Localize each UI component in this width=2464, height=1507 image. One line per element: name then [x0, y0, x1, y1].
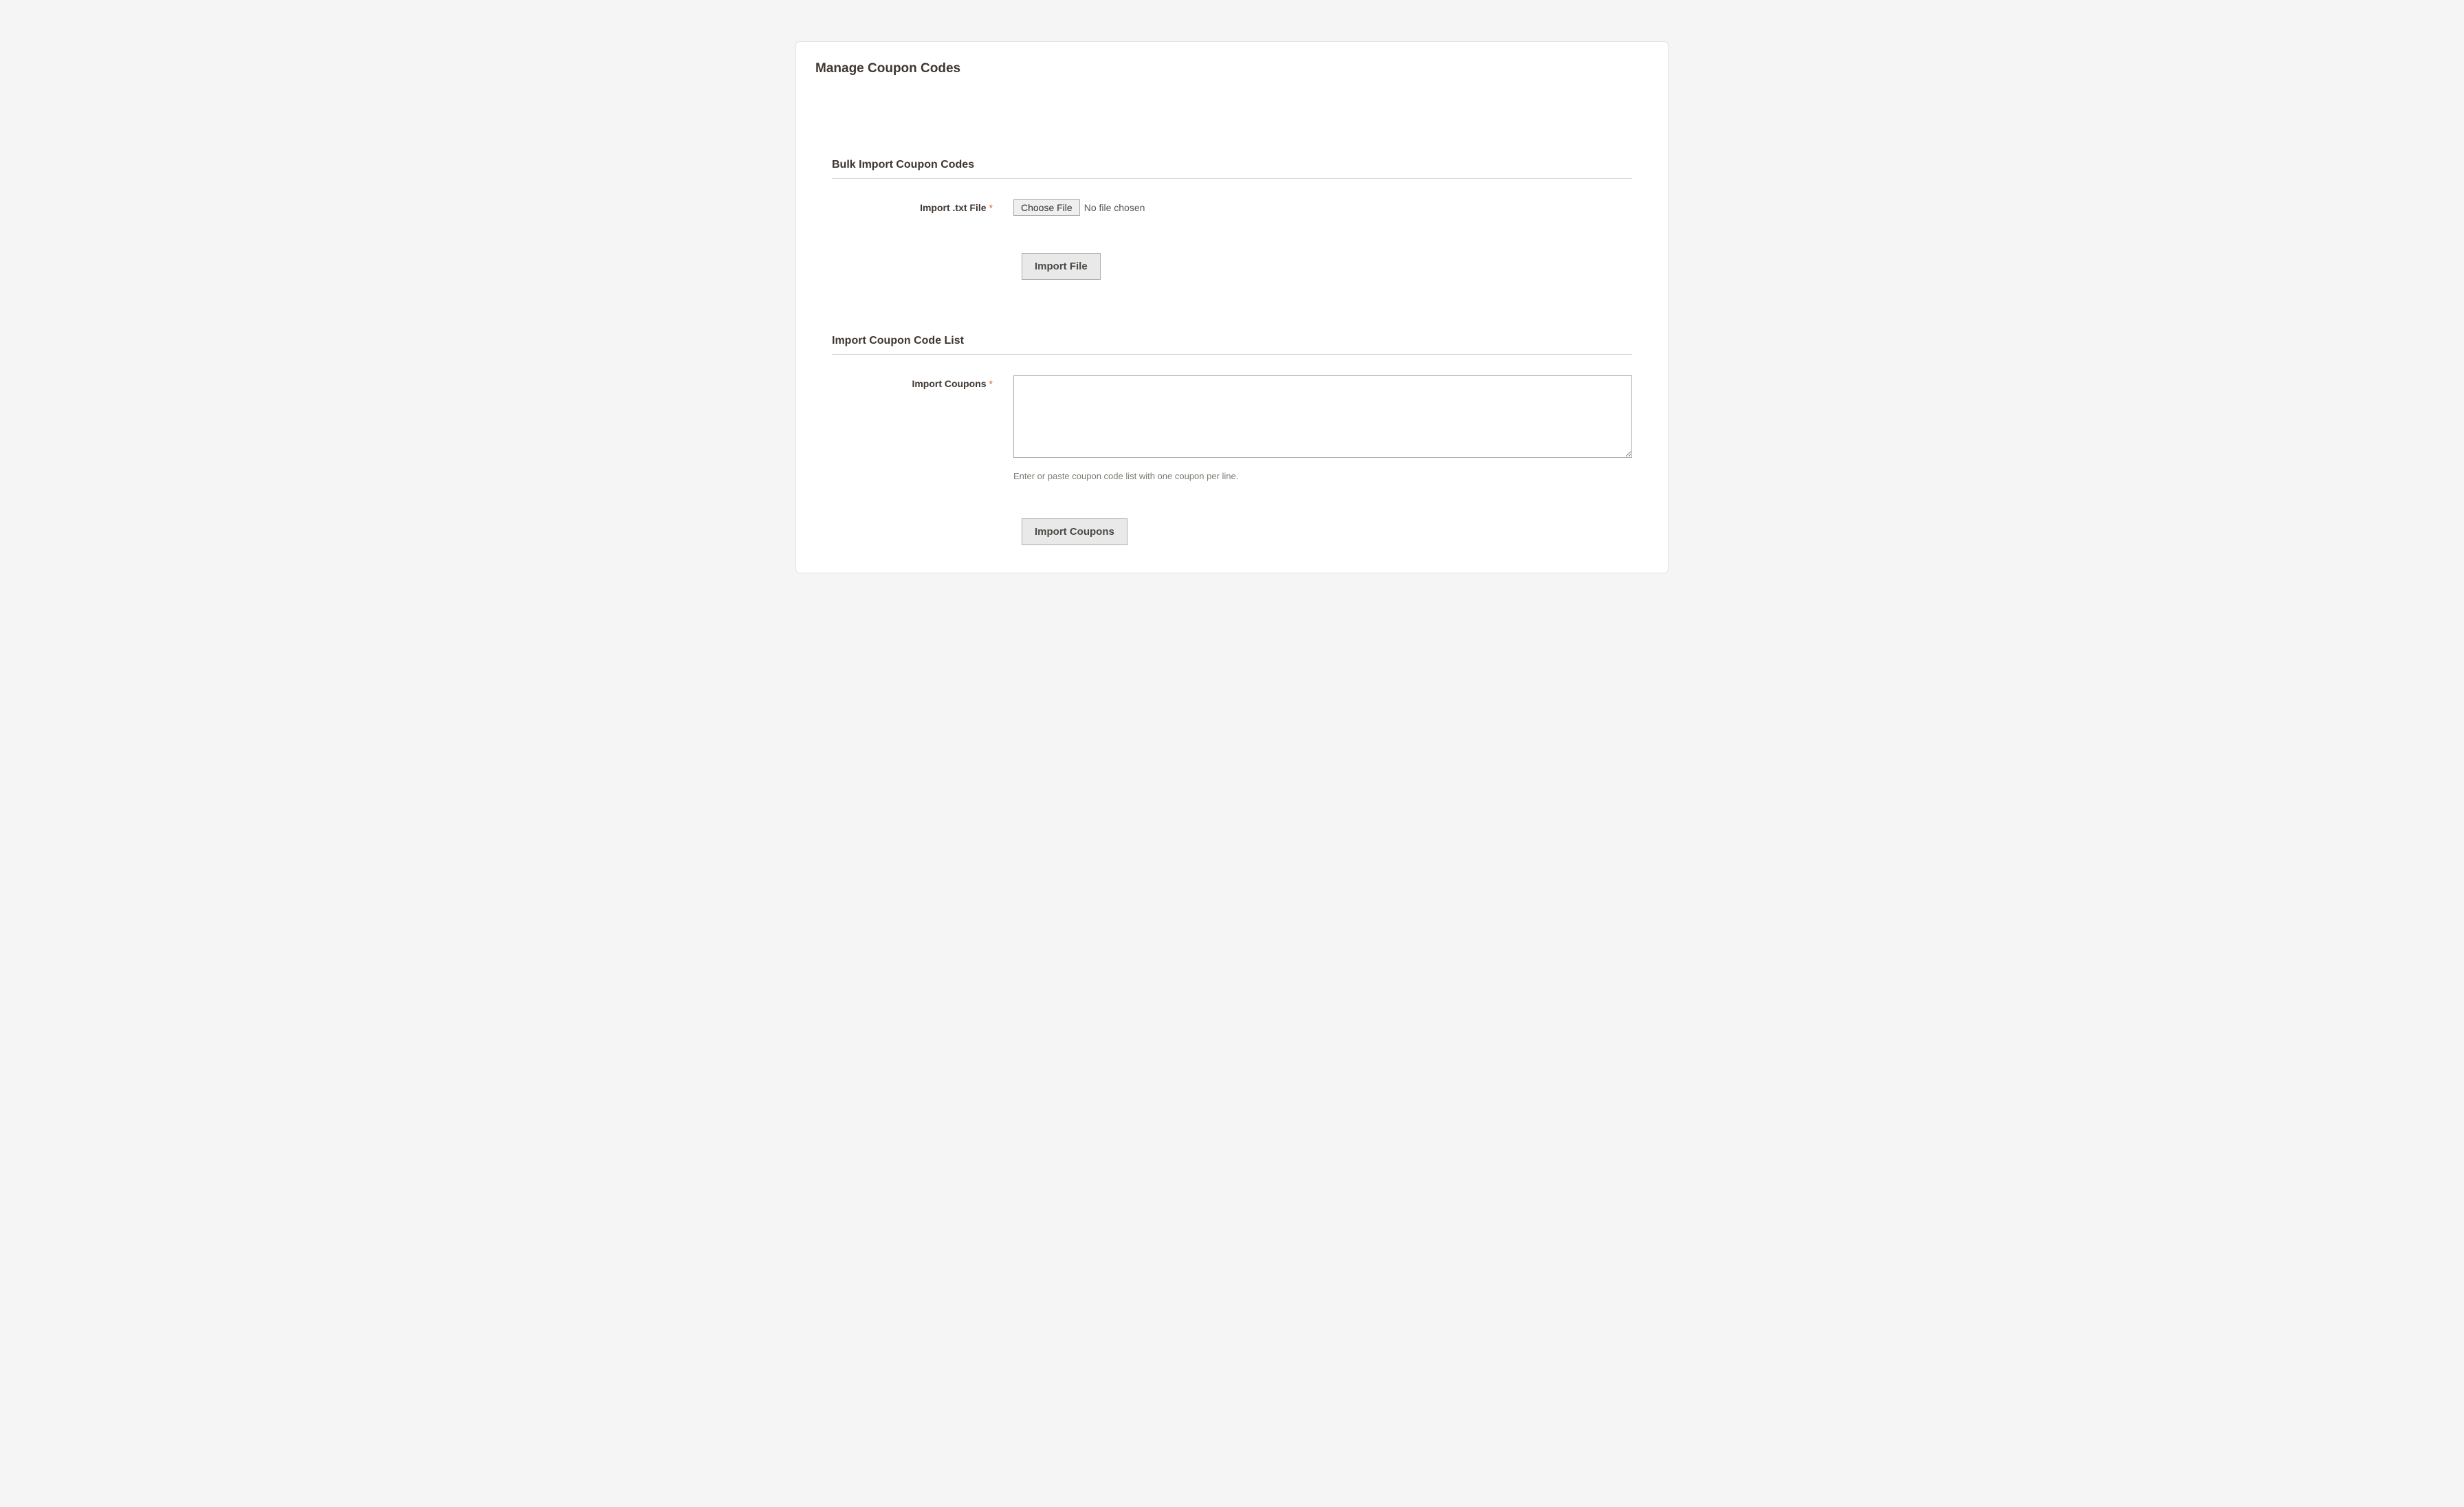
import-txt-row: Import .txt File* Choose File No file ch… [832, 199, 1632, 216]
required-asterisk: * [989, 378, 993, 389]
import-coupons-help-text: Enter or paste coupon code list with one… [1013, 471, 1632, 481]
import-coupon-list-section: Import Coupon Code List Import Coupons* … [815, 335, 1649, 545]
import-txt-label: Import .txt File* [832, 199, 1001, 213]
section2-heading: Import Coupon Code List [832, 335, 1632, 355]
file-picker: Choose File No file chosen [1013, 199, 1632, 216]
choose-file-button[interactable]: Choose File [1013, 199, 1080, 216]
import-txt-control: Choose File No file chosen [1001, 199, 1632, 216]
required-asterisk: * [989, 202, 993, 213]
import-file-action-row: Import File [832, 253, 1632, 280]
import-coupons-action-row: Import Coupons [832, 518, 1632, 545]
file-status-text: No file chosen [1084, 202, 1145, 213]
import-coupons-label: Import Coupons* [832, 375, 1001, 389]
import-coupons-control: Enter or paste coupon code list with one… [1001, 375, 1632, 481]
import-coupons-textarea[interactable] [1013, 375, 1632, 458]
import-txt-label-text: Import .txt File [920, 202, 986, 213]
import-coupons-label-text: Import Coupons [912, 378, 986, 389]
section1-heading: Bulk Import Coupon Codes [832, 159, 1632, 179]
import-coupons-button[interactable]: Import Coupons [1022, 518, 1128, 545]
bulk-import-section: Bulk Import Coupon Codes Import .txt Fil… [815, 159, 1649, 280]
import-coupons-row: Import Coupons* Enter or paste coupon co… [832, 375, 1632, 481]
import-file-button[interactable]: Import File [1022, 253, 1101, 280]
page-title: Manage Coupon Codes [815, 61, 1649, 76]
manage-coupon-card: Manage Coupon Codes Bulk Import Coupon C… [795, 41, 1669, 573]
